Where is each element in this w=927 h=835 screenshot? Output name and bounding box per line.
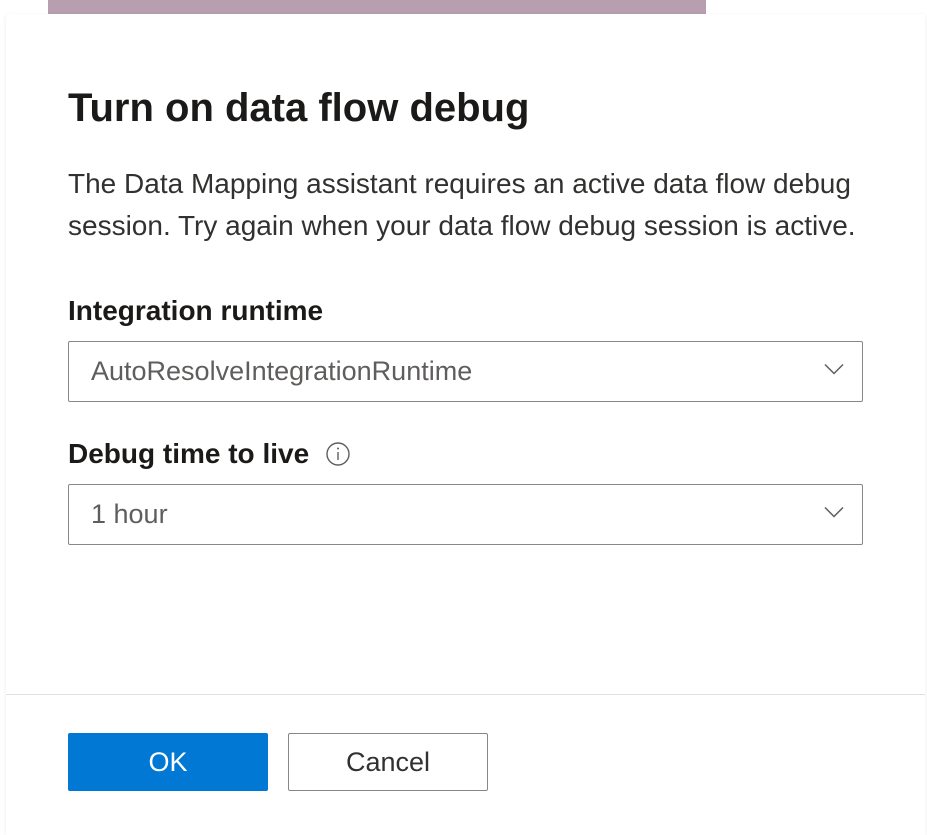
integration-runtime-label: Integration runtime bbox=[68, 295, 323, 327]
debug-ttl-field: Debug time to live 1 hour bbox=[68, 438, 863, 545]
debug-ttl-value: 1 hour bbox=[91, 499, 168, 530]
debug-ttl-select-wrapper: 1 hour bbox=[68, 484, 863, 545]
dialog-title: Turn on data flow debug bbox=[68, 86, 863, 131]
debug-ttl-select[interactable]: 1 hour bbox=[68, 484, 863, 545]
debug-ttl-label: Debug time to live bbox=[68, 438, 309, 470]
dialog-description: The Data Mapping assistant requires an a… bbox=[68, 163, 863, 247]
integration-runtime-value: AutoResolveIntegrationRuntime bbox=[91, 356, 472, 387]
integration-runtime-select[interactable]: AutoResolveIntegrationRuntime bbox=[68, 341, 863, 402]
integration-runtime-field: Integration runtime AutoResolveIntegrati… bbox=[68, 295, 863, 402]
cancel-button[interactable]: Cancel bbox=[288, 733, 488, 791]
debug-dialog: Turn on data flow debug The Data Mapping… bbox=[6, 14, 925, 835]
ok-button[interactable]: OK bbox=[68, 733, 268, 791]
dialog-footer: OK Cancel bbox=[6, 694, 925, 835]
field-label-row: Integration runtime bbox=[68, 295, 863, 327]
progress-bar bbox=[48, 0, 706, 14]
integration-runtime-select-wrapper: AutoResolveIntegrationRuntime bbox=[68, 341, 863, 402]
dialog-content: Turn on data flow debug The Data Mapping… bbox=[6, 14, 925, 694]
field-label-row: Debug time to live bbox=[68, 438, 863, 470]
info-icon[interactable] bbox=[325, 441, 351, 467]
